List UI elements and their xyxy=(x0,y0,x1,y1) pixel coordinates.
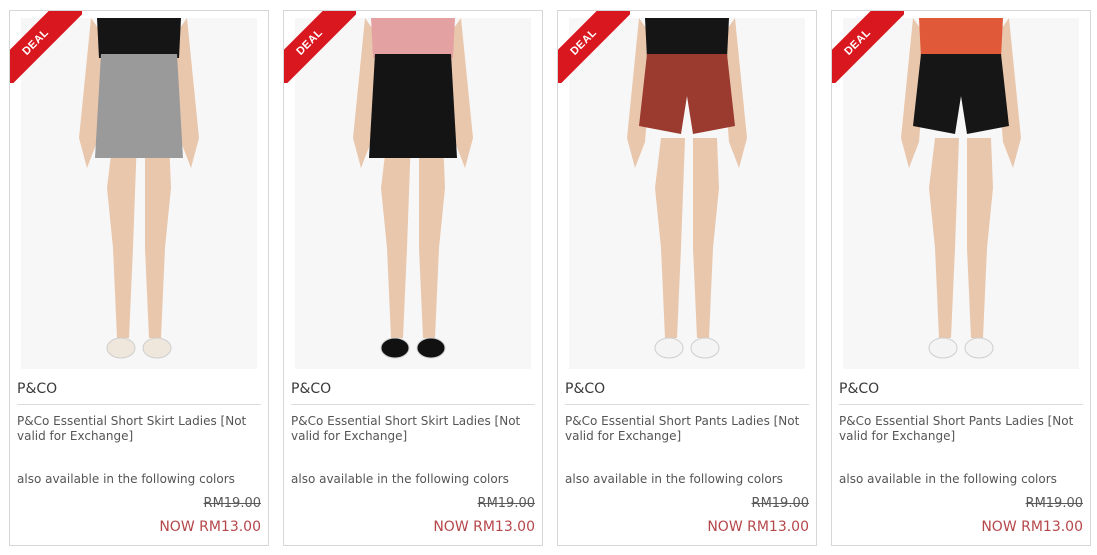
deal-badge-label: DEAL xyxy=(842,26,874,58)
product-title[interactable]: P&Co Essential Short Skirt Ladies [Not v… xyxy=(291,414,531,444)
product-brand[interactable]: P&CO xyxy=(565,381,605,397)
divider xyxy=(565,404,809,405)
product-brand[interactable]: P&CO xyxy=(839,381,879,397)
divider xyxy=(17,404,261,405)
product-grid: DEAL P&CO P&Co Essential Short Skirt Lad… xyxy=(9,10,1094,550)
original-price: RM19.00 xyxy=(1025,496,1083,511)
deal-ribbon: DEAL xyxy=(558,11,630,83)
product-card[interactable]: DEAL P&CO P&Co Essential Short Pants Lad… xyxy=(831,10,1091,546)
colors-availability-note: also available in the following colors xyxy=(839,472,1057,486)
colors-availability-note: also available in the following colors xyxy=(565,472,783,486)
divider xyxy=(839,404,1083,405)
product-card[interactable]: DEAL P&CO P&Co Essential Short Skirt Lad… xyxy=(9,10,269,546)
deal-ribbon: DEAL xyxy=(10,11,82,83)
deal-badge-label: DEAL xyxy=(294,26,326,58)
product-brand[interactable]: P&CO xyxy=(291,381,331,397)
sale-price: NOW RM13.00 xyxy=(981,519,1083,535)
divider xyxy=(291,404,535,405)
product-card[interactable]: DEAL P&CO P&Co Essential Short Skirt Lad… xyxy=(283,10,543,546)
colors-availability-note: also available in the following colors xyxy=(17,472,235,486)
product-card[interactable]: DEAL P&CO P&Co Essential Short Pants Lad… xyxy=(557,10,817,546)
deal-badge-label: DEAL xyxy=(20,26,52,58)
product-title[interactable]: P&Co Essential Short Skirt Ladies [Not v… xyxy=(17,414,257,444)
product-brand[interactable]: P&CO xyxy=(17,381,57,397)
product-title[interactable]: P&Co Essential Short Pants Ladies [Not v… xyxy=(839,414,1079,444)
original-price: RM19.00 xyxy=(477,496,535,511)
product-title[interactable]: P&Co Essential Short Pants Ladies [Not v… xyxy=(565,414,805,444)
deal-ribbon: DEAL xyxy=(284,11,356,83)
sale-price: NOW RM13.00 xyxy=(707,519,809,535)
sale-price: NOW RM13.00 xyxy=(159,519,261,535)
deal-ribbon: DEAL xyxy=(832,11,904,83)
original-price: RM19.00 xyxy=(751,496,809,511)
sale-price: NOW RM13.00 xyxy=(433,519,535,535)
colors-availability-note: also available in the following colors xyxy=(291,472,509,486)
original-price: RM19.00 xyxy=(203,496,261,511)
deal-badge-label: DEAL xyxy=(568,26,600,58)
